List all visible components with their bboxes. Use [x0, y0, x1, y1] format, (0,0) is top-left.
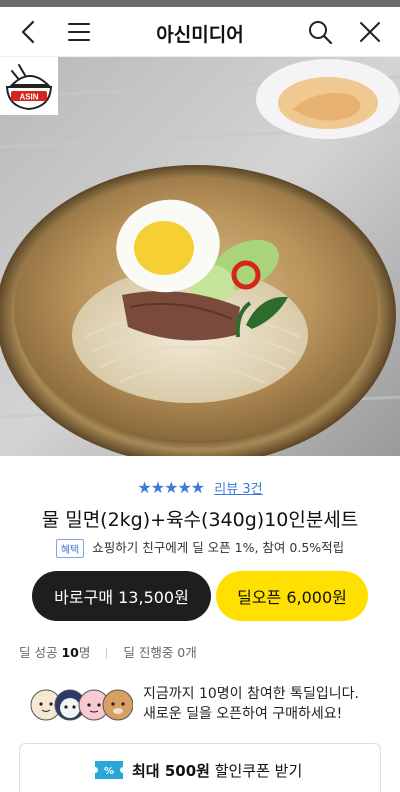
page-title: 아신미디어 — [156, 24, 244, 46]
naengmyeon-bowl-photo — [0, 57, 400, 456]
benefit-row: 혜택 쇼핑하기 친구에게 딜 오픈 1%, 참여 0.5%적립 — [0, 537, 400, 558]
avatar-icon — [102, 689, 133, 721]
deal-open-button[interactable]: 딜오픈 6,000원 — [216, 571, 368, 621]
hamburger-menu-icon[interactable] — [66, 19, 92, 45]
buy-now-button[interactable]: 바로구매 13,500원 — [32, 571, 211, 621]
status-bar — [0, 0, 400, 7]
deal-open-label: 딜오픈 6,000원 — [237, 588, 347, 607]
brand-logo: ASIN — [0, 57, 58, 115]
coupon-label: 최대 500원 할인쿠폰 받기 — [132, 760, 302, 781]
close-icon[interactable] — [357, 19, 383, 45]
divider — [106, 648, 108, 659]
notice-line-2: 새로운 딜을 오픈하여 구매하세요! — [143, 706, 343, 722]
deal-success-unit: 명 — [78, 645, 91, 660]
product-image — [0, 57, 400, 456]
deal-progress-label: 딜 진행중 0개 — [123, 645, 197, 660]
rating-row: ★★★★★ 리뷰 3건 — [0, 478, 400, 497]
rice-bowl-logo-icon: ASIN — [5, 64, 53, 111]
benefit-text: 쇼핑하기 친구에게 딜 오픈 1%, 참여 0.5%적립 — [92, 540, 345, 555]
back-arrow-icon[interactable] — [16, 19, 42, 45]
top-header: 아신미디어 — [0, 7, 400, 57]
review-link[interactable]: 리뷰 3건 — [214, 482, 262, 497]
deal-success-label: 딜 성공 — [19, 645, 58, 660]
product-title: 물 밀면(2kg)+육수(340g)10인분세트 — [41, 509, 359, 531]
deal-stats: 딜 성공 10명 딜 진행중 0개 — [19, 642, 197, 661]
participant-avatars — [30, 689, 133, 721]
deal-success-count: 10 — [61, 645, 79, 660]
rating-stars-icon: ★★★★★ — [137, 478, 205, 497]
coupon-max-amount: 최대 500원 — [132, 762, 210, 780]
coupon-ticket-icon: % — [95, 761, 123, 779]
buy-now-label: 바로구매 13,500원 — [54, 588, 189, 607]
coupon-rest-label: 할인쿠폰 받기 — [209, 762, 303, 780]
coupon-ticket-symbol: % — [104, 766, 114, 777]
coupon-button[interactable]: % 최대 500원 할인쿠폰 받기 — [19, 743, 381, 792]
logo-text: ASIN — [19, 93, 38, 102]
search-icon[interactable] — [307, 19, 333, 45]
notice-line-1: 지금까지 10명이 참여한 톡딜입니다. — [143, 686, 359, 702]
benefit-badge: 혜택 — [55, 539, 85, 558]
participation-notice: 지금까지 10명이 참여한 톡딜입니다. 새로운 딜을 오픈하여 구매하세요! — [143, 684, 359, 724]
